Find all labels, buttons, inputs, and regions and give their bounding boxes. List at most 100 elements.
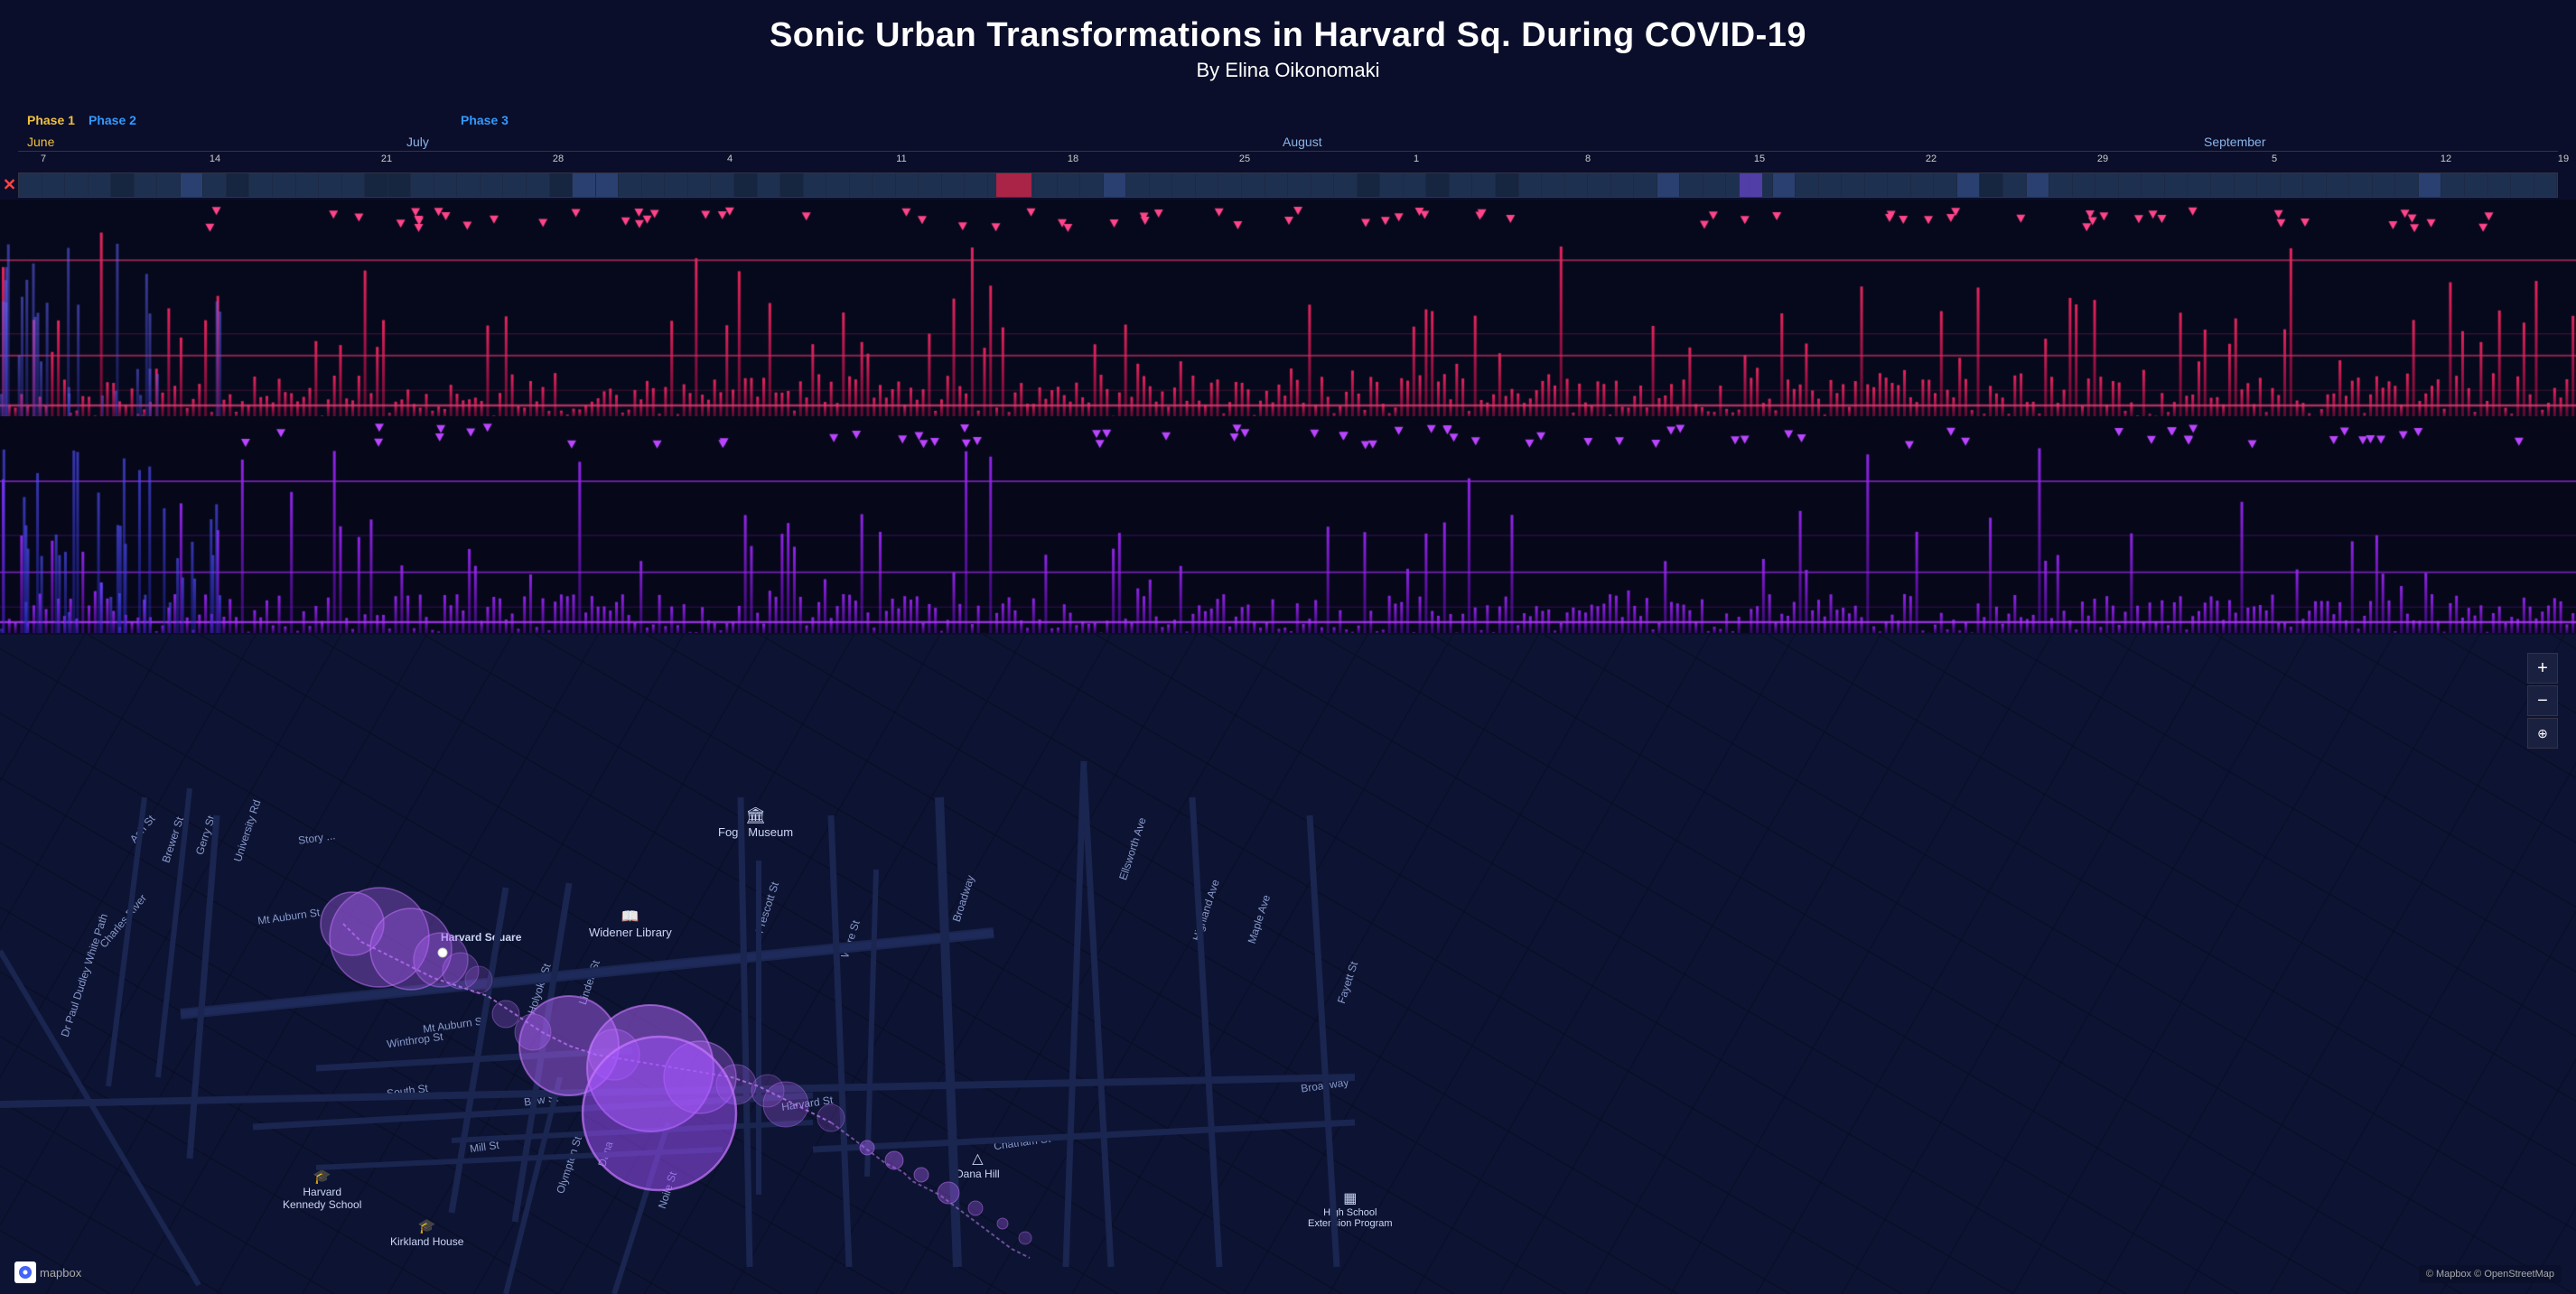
timeline-cell[interactable] bbox=[89, 173, 112, 197]
timeline-cell[interactable] bbox=[1542, 173, 1565, 197]
timeline-cells[interactable] bbox=[19, 173, 2557, 197]
timeline-cell[interactable] bbox=[2281, 173, 2304, 197]
timeline-cell[interactable] bbox=[481, 173, 504, 197]
timeline-cell[interactable] bbox=[1496, 173, 1519, 197]
timeline-cell[interactable] bbox=[503, 173, 527, 197]
timeline-cell[interactable] bbox=[1588, 173, 1611, 197]
timeline-cell[interactable] bbox=[1358, 173, 1381, 197]
timeline-cell[interactable] bbox=[181, 173, 204, 197]
zoom-out-button[interactable]: − bbox=[2527, 685, 2558, 716]
timeline-cell[interactable] bbox=[135, 173, 158, 197]
timeline-cell[interactable] bbox=[758, 173, 781, 197]
timeline-cell[interactable] bbox=[1450, 173, 1473, 197]
timeline-cell[interactable] bbox=[1126, 173, 1150, 197]
timeline-cell[interactable] bbox=[1080, 173, 1104, 197]
timeline-cell[interactable] bbox=[2235, 173, 2258, 197]
timeline-cell[interactable] bbox=[573, 173, 596, 197]
zoom-in-button[interactable]: + bbox=[2527, 653, 2558, 684]
timeline-cell[interactable] bbox=[2534, 173, 2558, 197]
timeline-cell[interactable] bbox=[296, 173, 320, 197]
timeline-cell[interactable] bbox=[1472, 173, 1496, 197]
timeline-cell[interactable] bbox=[2211, 173, 2235, 197]
timeline-cell[interactable] bbox=[2188, 173, 2211, 197]
timeline-cell[interactable] bbox=[2003, 173, 2027, 197]
timeline-cell[interactable] bbox=[1058, 173, 1081, 197]
timeline-cell[interactable] bbox=[527, 173, 550, 197]
timeline-cell[interactable] bbox=[2165, 173, 2189, 197]
timeline-cell[interactable] bbox=[642, 173, 666, 197]
timeline-cell[interactable] bbox=[1519, 173, 1543, 197]
timeline-cell[interactable] bbox=[1034, 173, 1058, 197]
timeline-cell[interactable] bbox=[965, 173, 988, 197]
timeline-bar[interactable]: ✕ bbox=[18, 172, 2558, 198]
timeline-cell[interactable] bbox=[1865, 173, 1889, 197]
timeline-cell[interactable] bbox=[2373, 173, 2396, 197]
timeline-cell[interactable] bbox=[388, 173, 412, 197]
timeline-cell[interactable] bbox=[780, 173, 804, 197]
timeline-cell[interactable] bbox=[1634, 173, 1657, 197]
timeline-cell[interactable] bbox=[1172, 173, 1196, 197]
timeline-cell[interactable] bbox=[457, 173, 481, 197]
timeline-cell[interactable] bbox=[2049, 173, 2073, 197]
zoom-reset-button[interactable]: ⊕ bbox=[2527, 718, 2558, 749]
timeline-cell[interactable] bbox=[850, 173, 873, 197]
timeline-cell[interactable] bbox=[2027, 173, 2050, 197]
timeline-cell[interactable] bbox=[665, 173, 688, 197]
timeline-cell[interactable] bbox=[1611, 173, 1635, 197]
timeline-cell[interactable] bbox=[688, 173, 712, 197]
timeline-cell[interactable] bbox=[1796, 173, 1819, 197]
timeline-cell[interactable] bbox=[1657, 173, 1681, 197]
timeline-cell[interactable] bbox=[1680, 173, 1703, 197]
timeline-cell[interactable] bbox=[2419, 173, 2442, 197]
timeline-cell[interactable] bbox=[1104, 173, 1127, 197]
timeline-cell[interactable] bbox=[319, 173, 342, 197]
timeline-cell[interactable] bbox=[1911, 173, 1935, 197]
timeline-cell[interactable] bbox=[365, 173, 388, 197]
timeline-cell[interactable] bbox=[873, 173, 896, 197]
timeline-cell[interactable] bbox=[2441, 173, 2465, 197]
timeline-cell[interactable] bbox=[19, 173, 42, 197]
timeline-cell[interactable] bbox=[1842, 173, 1865, 197]
timeline-cell[interactable] bbox=[2465, 173, 2488, 197]
timeline-cell[interactable] bbox=[227, 173, 250, 197]
timeline-cell[interactable] bbox=[111, 173, 135, 197]
timeline-cell[interactable] bbox=[65, 173, 89, 197]
timeline-cell[interactable] bbox=[249, 173, 273, 197]
timeline-cell[interactable] bbox=[1150, 173, 1173, 197]
timeline-cell[interactable] bbox=[896, 173, 919, 197]
timeline-cell[interactable] bbox=[203, 173, 227, 197]
timeline-cell[interactable] bbox=[42, 173, 66, 197]
timeline-cell[interactable] bbox=[1288, 173, 1311, 197]
timeline-cell[interactable] bbox=[1404, 173, 1427, 197]
timeline-cell[interactable] bbox=[342, 173, 366, 197]
timeline-cell[interactable] bbox=[1934, 173, 1957, 197]
timeline-cell[interactable] bbox=[1565, 173, 1589, 197]
timeline-cell[interactable] bbox=[2303, 173, 2327, 197]
timeline-cell[interactable] bbox=[2395, 173, 2419, 197]
timeline-cell[interactable] bbox=[411, 173, 434, 197]
timeline-cell[interactable] bbox=[1196, 173, 1219, 197]
timeline-cell[interactable] bbox=[2349, 173, 2373, 197]
timeline-cell[interactable] bbox=[2073, 173, 2096, 197]
timeline-cell[interactable] bbox=[1888, 173, 1911, 197]
timeline-cell[interactable] bbox=[826, 173, 850, 197]
timeline-cell[interactable] bbox=[1380, 173, 1404, 197]
timeline-cell[interactable] bbox=[157, 173, 181, 197]
timeline-cell[interactable] bbox=[434, 173, 458, 197]
timeline-cell[interactable] bbox=[1426, 173, 1450, 197]
timeline-cell[interactable] bbox=[2327, 173, 2350, 197]
timeline-cell[interactable] bbox=[1242, 173, 1265, 197]
timeline-cell[interactable] bbox=[734, 173, 758, 197]
timeline-cell[interactable] bbox=[1311, 173, 1335, 197]
timeline-cell[interactable] bbox=[2488, 173, 2512, 197]
timeline-cell[interactable] bbox=[2257, 173, 2281, 197]
timeline-cell[interactable] bbox=[711, 173, 734, 197]
timeline-cell[interactable] bbox=[804, 173, 827, 197]
timeline-cell[interactable] bbox=[1334, 173, 1358, 197]
timeline-cell[interactable] bbox=[596, 173, 620, 197]
timeline-cell[interactable] bbox=[1218, 173, 1242, 197]
timeline-cell[interactable] bbox=[2142, 173, 2165, 197]
timeline-clear-button[interactable]: ✕ bbox=[3, 176, 16, 195]
timeline-cell[interactable] bbox=[2119, 173, 2142, 197]
timeline-cell[interactable] bbox=[619, 173, 642, 197]
